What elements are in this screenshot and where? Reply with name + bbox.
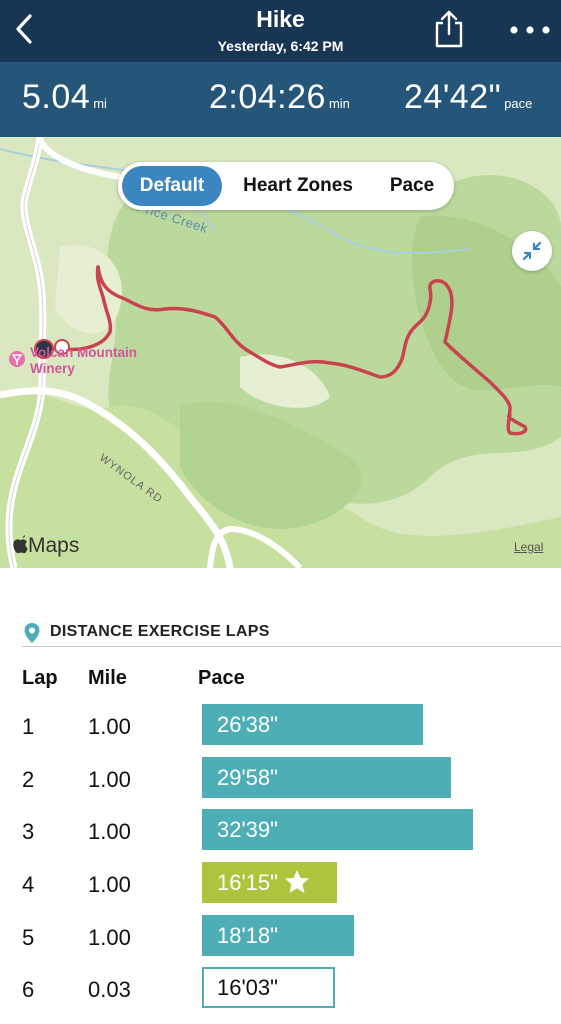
lap-row: 2 1.00 29'58" — [0, 757, 561, 809]
collapse-arrows-icon — [522, 241, 542, 261]
lap-pace-label: 26'38" — [217, 712, 278, 737]
lap-number: 4 — [22, 872, 35, 897]
lap-pace-label: 32'39" — [217, 817, 278, 842]
lap-row: 4 1.00 16'15" — [0, 862, 561, 914]
page-title: Hike — [256, 6, 305, 32]
lap-pace-bar: 32'39" — [202, 809, 473, 850]
duration-unit: min — [328, 96, 350, 111]
more-options-button[interactable] — [508, 16, 552, 44]
best-lap-star-icon — [284, 866, 310, 907]
lap-pace-bar: 16'15" — [202, 862, 337, 903]
column-header-lap: Lap — [22, 667, 58, 689]
duration-stat: 2:04:26 min — [209, 78, 350, 117]
collapse-map-button[interactable] — [512, 231, 552, 271]
pace-stat: 24'42" pace — [404, 78, 532, 117]
lap-pace-bar: 18'18" — [202, 915, 354, 956]
distance-unit: mi — [93, 96, 107, 111]
lap-pace-bar: 26'38" — [202, 704, 423, 745]
segment-default[interactable]: Default — [122, 166, 222, 206]
page-subtitle: Yesterday, 6:42 PM — [217, 38, 344, 54]
lap-pace-label: 16'15" — [217, 870, 278, 895]
lap-row: 3 1.00 32'39" — [0, 809, 561, 861]
lap-pace-bar: 29'58" — [202, 757, 451, 798]
lap-number: 2 — [22, 767, 35, 792]
lap-pace-bar: 16'03" — [202, 967, 335, 1008]
lap-number: 3 — [22, 819, 35, 844]
lap-mile: 1.00 — [88, 872, 131, 897]
lap-row: 5 1.00 18'18" — [0, 915, 561, 967]
lap-mile: 1.00 — [88, 819, 131, 844]
lap-pace-label: 29'58" — [217, 765, 278, 790]
column-header-pace: Pace — [198, 667, 245, 689]
maps-brand: Maps — [12, 534, 79, 558]
more-horizontal-icon — [510, 26, 550, 34]
legal-link[interactable]: Legal — [514, 540, 543, 554]
lap-mile: 1.00 — [88, 767, 131, 792]
lap-number: 1 — [22, 714, 35, 739]
lap-number: 5 — [22, 925, 35, 950]
lap-number: 6 — [22, 977, 35, 1002]
apple-logo-icon — [13, 535, 28, 554]
top-nav-bar: Hike Yesterday, 6:42 PM — [0, 0, 561, 62]
workout-summary-bar: 5.04 mi 2:04:26 min 24'42" pace — [0, 62, 561, 137]
duration-value: 2:04:26 — [209, 78, 326, 116]
segment-heart-zones[interactable]: Heart Zones — [228, 166, 368, 206]
pace-value: 24'42" — [404, 78, 502, 116]
lap-row: 6 0.03 16'03" — [0, 967, 561, 1019]
segment-pace[interactable]: Pace — [374, 166, 450, 206]
share-icon — [435, 10, 463, 48]
winery-label-line2: Winery — [30, 361, 75, 376]
distance-stat: 5.04 mi — [22, 78, 107, 117]
route-map[interactable]: Price Creek WYNOLA RD Volcan Mountain Wi… — [0, 137, 561, 568]
winery-label-line1: Volcan Mountain — [30, 345, 137, 360]
winery-label[interactable]: Volcan Mountain Winery — [30, 345, 137, 377]
share-button[interactable] — [432, 9, 466, 49]
maps-brand-text: Maps — [28, 534, 80, 557]
pace-unit: pace — [504, 96, 533, 111]
location-pin-icon — [23, 622, 41, 644]
section-divider — [22, 646, 561, 647]
laps-section-title: DISTANCE EXERCISE LAPS — [50, 623, 270, 640]
distance-value: 5.04 — [22, 78, 91, 116]
lap-pace-label: 18'18" — [217, 923, 278, 948]
lap-mile: 1.00 — [88, 925, 131, 950]
column-header-mile: Mile — [88, 667, 127, 689]
map-mode-segmented-control: Default Heart Zones Pace — [118, 162, 454, 210]
lap-mile: 1.00 — [88, 714, 131, 739]
lap-mile: 0.03 — [88, 977, 131, 1002]
lap-row: 1 1.00 26'38" — [0, 704, 561, 756]
lap-pace-label: 16'03" — [217, 975, 278, 1000]
